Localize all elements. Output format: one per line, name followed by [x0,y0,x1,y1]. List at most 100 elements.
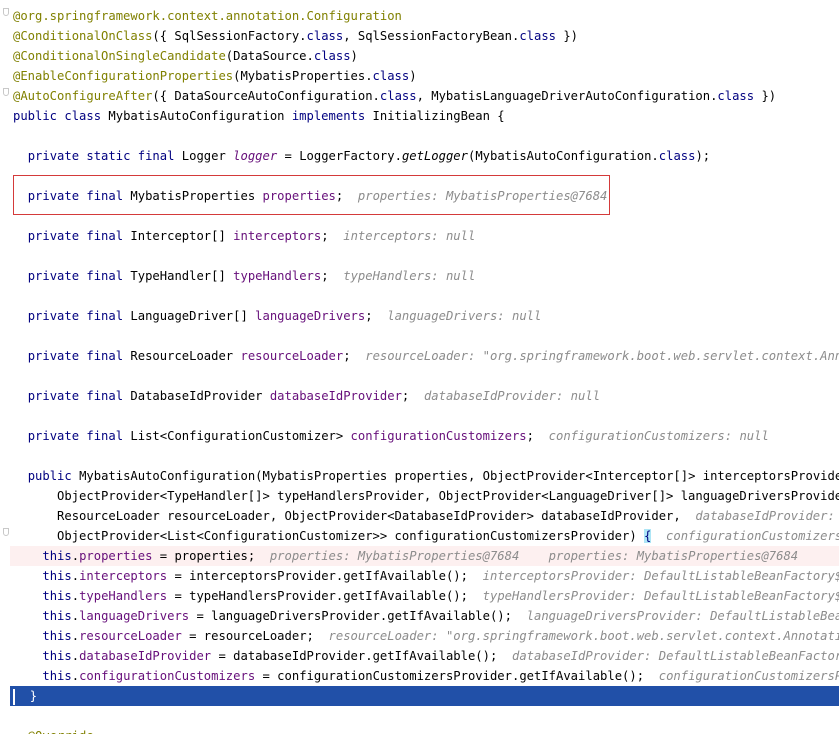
code-token: private static final [27,149,182,163]
code-token: private final [27,229,131,243]
code-token: }) [556,29,579,43]
code-token: ResourceLoader [130,349,241,363]
code-token: ) [350,49,358,63]
code-line[interactable]: @Override [13,726,94,734]
code-line[interactable]: this.languageDrivers = languageDriversPr… [13,606,839,626]
code-token: . [71,569,80,583]
inline-debug-value: resourceLoader: "org.springframework.boo… [328,629,839,643]
code-token: ResourceLoader resourceLoader, ObjectPro… [57,509,696,523]
code-token: @ConditionalOnSingleCandidate [13,49,226,63]
code-token: resourceLoader [79,629,182,643]
code-line[interactable]: this.databaseIdProvider = databaseIdProv… [13,646,839,666]
inline-debug-value: languageDrivers: null [387,309,542,323]
code-token: ; [343,349,366,363]
code-token: interceptors [79,569,168,583]
code-line[interactable]: ResourceLoader resourceLoader, ObjectPro… [13,506,839,526]
inline-debug-value: typeHandlers: null [343,269,476,283]
code-token: Logger [181,149,234,163]
code-line[interactable]: private final Interceptor[] interceptors… [13,226,476,246]
code-token: = configurationCustomizersProvider.getIf… [255,669,659,683]
editor-gutter[interactable] [0,0,10,734]
code-line[interactable]: private static final Logger logger = Log… [13,146,710,166]
code-line[interactable]: @ConditionalOnSingleCandidate(DataSource… [13,46,358,66]
code-token: . [71,549,80,563]
inline-debug-value: databaseIdProvider: DefaultListableBeanF… [511,649,839,663]
fold-marker-icon[interactable] [3,88,9,96]
code-line[interactable]: private final LanguageDriver[] languageD… [13,306,542,326]
code-token: this [42,589,72,603]
code-line[interactable]: this.typeHandlers = typeHandlersProvider… [13,586,839,606]
code-token: ; [321,229,344,243]
code-token: @EnableConfigurationProperties [13,69,234,83]
code-token: }) [754,89,777,103]
code-token: . [71,609,80,623]
inline-debug-value: configurationCustomizersProvi [658,669,839,683]
code-token: = typeHandlersProvider.getIfAvailable(); [167,589,483,603]
code-token: LanguageDriver[] [130,309,256,323]
code-line[interactable]: @ConditionalOnClass({ SqlSessionFactory.… [13,26,578,46]
code-line[interactable]: @org.springframework.context.annotation.… [13,6,402,26]
code-token: this [42,569,72,583]
code-token: . [71,629,80,643]
code-token: this [42,649,72,663]
code-token: (MybatisAutoConfiguration. [467,149,659,163]
code-line[interactable]: public class MybatisAutoConfiguration im… [13,106,505,126]
code-line[interactable]: private final ResourceLoader resourceLoa… [13,346,839,366]
code-token: ; [365,309,388,323]
code-token: . [71,589,80,603]
code-line[interactable]: this.properties = properties; properties… [10,546,839,566]
code-token: Configuration [306,9,402,23]
code-token: databaseIdProvider [79,649,212,663]
code-line[interactable]: @AutoConfigureAfter({ DataSourceAutoConf… [13,86,776,106]
code-token: getLogger [401,149,468,163]
code-line[interactable]: } [10,686,839,706]
code-token: languageDrivers [255,309,366,323]
code-token: ObjectProvider<TypeHandler[]> typeHandle… [57,489,839,503]
code-line[interactable]: ObjectProvider<List<ConfigurationCustomi… [13,526,839,546]
code-token: . [71,669,80,683]
code-token: this [42,609,72,623]
fold-marker-icon[interactable] [3,528,9,536]
code-token: private final [27,269,131,283]
code-token: @ConditionalOnClass [13,29,153,43]
code-token: ({ SqlSessionFactory. [152,29,307,43]
code-token: (DataSource. [225,49,314,63]
code-line[interactable]: this.configurationCustomizers = configur… [13,666,839,686]
code-line[interactable]: public MybatisAutoConfiguration(MybatisP… [13,466,839,486]
code-token: @Override [28,729,94,734]
code-editor[interactable]: @org.springframework.context.annotation.… [0,0,839,734]
code-token: this [42,549,72,563]
code-token: ; [321,269,344,283]
code-line[interactable]: ObjectProvider<TypeHandler[]> typeHandle… [13,486,839,506]
inline-debug-value: databaseIdProvider: Defau [695,509,835,523]
code-token: = LoggerFactory. [277,149,402,163]
code-line[interactable]: private final List<ConfigurationCustomiz… [13,426,769,446]
code-token: = properties; [152,549,270,563]
code-token: properties [79,549,153,563]
code-token: Interceptor[] [130,229,234,243]
fold-marker-icon[interactable] [3,8,9,16]
code-token: private final [27,349,131,363]
code-line[interactable]: private final TypeHandler[] typeHandlers… [13,266,476,286]
code-line[interactable]: this.resourceLoader = resourceLoader; re… [13,626,839,646]
code-token: ); [695,149,711,163]
code-token: class [372,69,410,83]
code-token: = resourceLoader; [181,629,329,643]
code-line[interactable]: this.interceptors = interceptorsProvider… [13,566,839,586]
code-token: MybatisAutoConfiguration [108,109,292,123]
code-line[interactable]: @EnableConfigurationProperties(MybatisPr… [13,66,417,86]
inline-debug-value: configurationCustomizers: null [548,429,769,443]
code-token: configurationCustomizers [350,429,527,443]
code-line[interactable]: private final DatabaseIdProvider databas… [13,386,600,406]
